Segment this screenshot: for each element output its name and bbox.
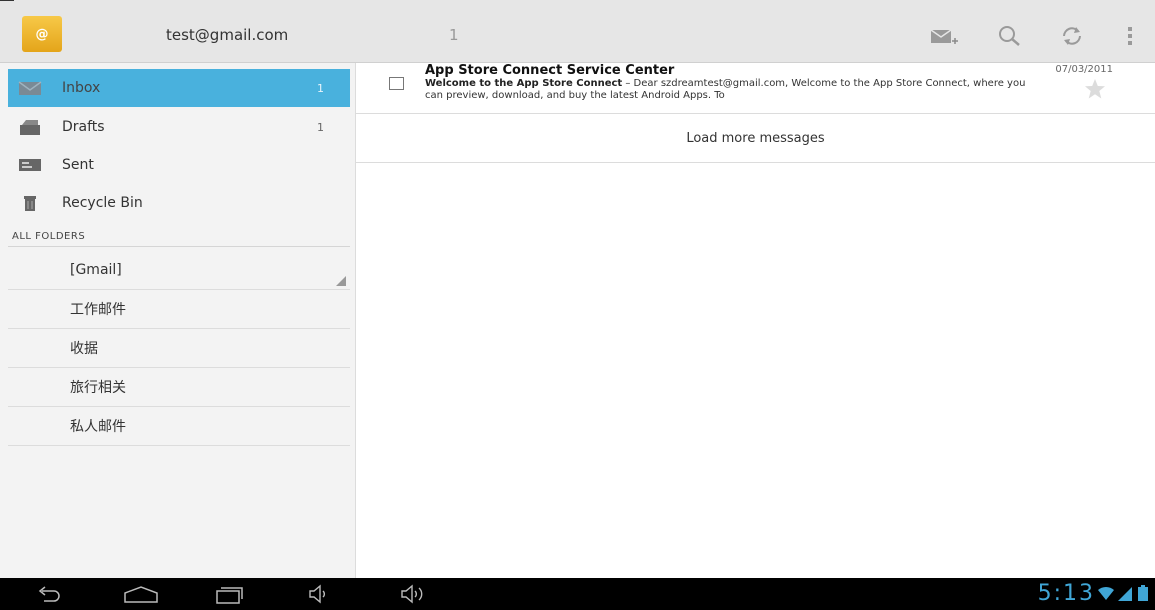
- sidebar-item-count: 1: [317, 81, 324, 95]
- load-more-button[interactable]: Load more messages: [356, 114, 1155, 163]
- message-subject: Welcome to the App Store Connect: [425, 78, 623, 89]
- inbox-icon: [18, 81, 42, 95]
- sent-icon: [19, 159, 41, 171]
- folder-work-mail[interactable]: 工作邮件: [8, 290, 350, 329]
- system-nav-bar: 5:13: [0, 578, 1155, 610]
- star-icon[interactable]: [1083, 77, 1107, 101]
- all-folders-header: ALL FOLDERS: [8, 227, 350, 247]
- corner-mark: [0, 0, 14, 1]
- back-icon[interactable]: [34, 584, 62, 604]
- account-name[interactable]: test@gmail.com: [166, 26, 288, 44]
- search-icon[interactable]: [996, 24, 1024, 48]
- message-row[interactable]: App Store Connect Service Center 07/03/2…: [356, 63, 1155, 114]
- message-checkbox[interactable]: [389, 77, 404, 90]
- signal-icon: [1118, 587, 1132, 601]
- action-bar: @ test@gmail.com 1: [0, 0, 1155, 63]
- status-clock: 5:13: [1037, 581, 1095, 606]
- folder-personal[interactable]: 私人邮件: [8, 407, 350, 446]
- recent-apps-icon[interactable]: [214, 584, 244, 604]
- folder-sidebar: Inbox 1 Drafts 1 Sent Recycle Bin ALL FO…: [0, 63, 356, 578]
- battery-icon: [1138, 585, 1148, 601]
- folder-gmail[interactable]: [Gmail]: [8, 251, 350, 290]
- app-icon-symbol: @: [35, 26, 49, 42]
- home-icon[interactable]: [122, 584, 160, 604]
- refresh-icon[interactable]: [1058, 24, 1086, 48]
- sidebar-item-inbox[interactable]: Inbox 1: [8, 69, 350, 107]
- volume-up-icon[interactable]: [400, 584, 430, 604]
- compose-icon[interactable]: [930, 24, 958, 48]
- sidebar-item-drafts[interactable]: Drafts 1: [8, 108, 350, 146]
- overflow-menu-icon[interactable]: [1124, 24, 1136, 48]
- folder-label: [Gmail]: [70, 262, 122, 278]
- folder-label: 旅行相关: [70, 380, 126, 396]
- folder-receipts[interactable]: 收据: [8, 329, 350, 368]
- message-sender: App Store Connect Service Center: [425, 63, 675, 78]
- email-app-icon[interactable]: @: [22, 16, 62, 52]
- folder-label: 工作邮件: [70, 302, 126, 318]
- sidebar-item-label: Drafts: [62, 119, 105, 135]
- sidebar-item-label: Recycle Bin: [62, 195, 143, 211]
- sidebar-item-sent[interactable]: Sent: [8, 146, 350, 184]
- unread-count: 1: [449, 26, 459, 44]
- folder-label: 收据: [70, 341, 98, 357]
- drafts-icon: [20, 120, 40, 135]
- sidebar-item-count: 1: [317, 120, 324, 134]
- sidebar-item-label: Inbox: [62, 80, 101, 96]
- expand-folder-icon[interactable]: [336, 276, 346, 286]
- folder-label: 私人邮件: [70, 419, 126, 435]
- folder-travel[interactable]: 旅行相关: [8, 368, 350, 407]
- sidebar-item-recycle-bin[interactable]: Recycle Bin: [8, 184, 350, 222]
- message-snippet: Welcome to the App Store Connect – Dear …: [425, 78, 1045, 102]
- message-date: 07/03/2011: [1055, 64, 1113, 75]
- wifi-icon: [1098, 586, 1114, 600]
- sidebar-item-label: Sent: [62, 157, 94, 173]
- trash-icon: [24, 196, 36, 211]
- volume-down-icon[interactable]: [308, 584, 332, 604]
